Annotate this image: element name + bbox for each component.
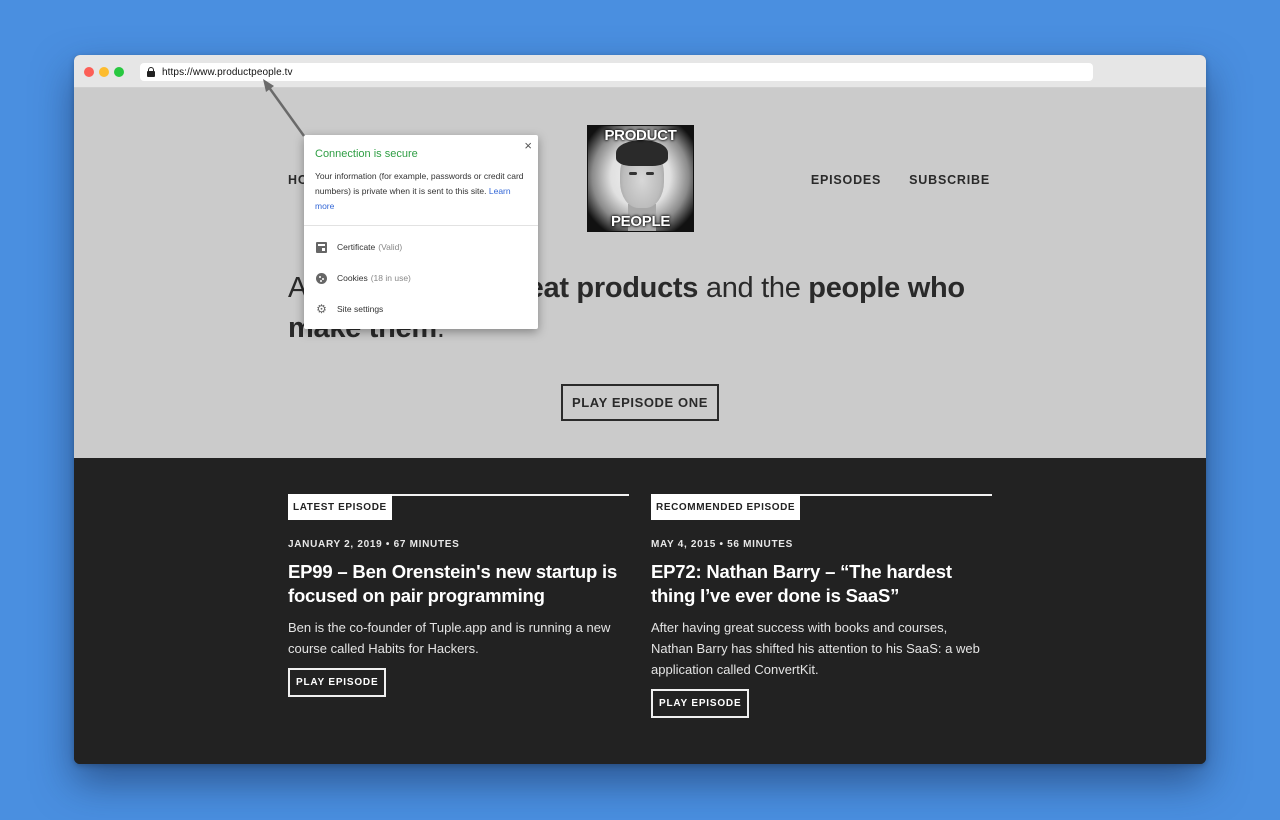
episode-title[interactable]: EP72: Nathan Barry – “The hardest thing …	[651, 560, 992, 608]
recommended-episode-card: RECOMMENDED EPISODE MAY 4, 2015 • 56 MIN…	[651, 494, 992, 718]
popup-body: Your information (for example, passwords…	[315, 171, 524, 211]
close-window-button[interactable]	[84, 67, 94, 77]
browser-titlebar: https://www.productpeople.tv	[74, 55, 1206, 88]
nav-episodes[interactable]: EPISODES	[811, 173, 881, 187]
site-security-popup: × Connection is secure Your information …	[304, 135, 538, 329]
browser-window: https://www.productpeople.tv HOME PRODUC…	[74, 55, 1206, 764]
close-icon[interactable]: ×	[524, 139, 532, 153]
latest-episode-card: LATEST EPISODE JANUARY 2, 2019 • 67 MINU…	[288, 494, 629, 697]
episodes-section: LATEST EPISODE JANUARY 2, 2019 • 67 MINU…	[74, 458, 1206, 764]
popup-title: Connection is secure	[315, 148, 418, 160]
logo-text-top: PRODUCT	[604, 127, 677, 144]
episode-meta: MAY 4, 2015 • 56 MINUTES	[651, 539, 794, 550]
certificate-icon	[316, 241, 327, 253]
popup-item-cookies[interactable]: Cookies (18 in use)	[304, 265, 538, 291]
play-episode-button[interactable]: PLAY EPISODE	[288, 668, 387, 697]
popup-item-site-settings[interactable]: ⚙ Site settings	[304, 296, 538, 322]
episode-meta: JANUARY 2, 2019 • 67 MINUTES	[288, 539, 460, 550]
episode-tag: LATEST EPISODE	[288, 494, 392, 520]
lock-icon[interactable]	[147, 67, 155, 77]
episode-description: After having great success with books an…	[651, 620, 980, 677]
url-text: https://www.productpeople.tv	[162, 66, 293, 78]
maximize-window-button[interactable]	[114, 67, 124, 77]
popup-item-certificate[interactable]: Certificate (Valid)	[304, 234, 538, 260]
address-bar[interactable]: https://www.productpeople.tv	[140, 63, 1093, 81]
site-logo[interactable]: PRODUCT PEOPLE	[587, 125, 694, 232]
episode-title[interactable]: EP99 – Ben Orenstein's new startup is fo…	[288, 560, 629, 608]
hero-section: HOME PRODUCT PEOPLE EPISODES SUBSCRIBE A…	[74, 88, 1206, 458]
nav-subscribe[interactable]: SUBSCRIBE	[909, 173, 990, 187]
logo-text-bottom: PEOPLE	[610, 213, 671, 230]
minimize-window-button[interactable]	[99, 67, 109, 77]
play-episode-one-button[interactable]: PLAY EPISODE ONE	[561, 384, 719, 421]
divider	[304, 225, 538, 226]
episode-tag: RECOMMENDED EPISODE	[651, 494, 801, 520]
gear-icon: ⚙	[316, 301, 327, 316]
cookie-icon	[316, 272, 327, 284]
play-episode-button[interactable]: PLAY EPISODE	[651, 689, 750, 718]
episode-description: Ben is the co-founder of Tuple.app and i…	[288, 620, 611, 656]
